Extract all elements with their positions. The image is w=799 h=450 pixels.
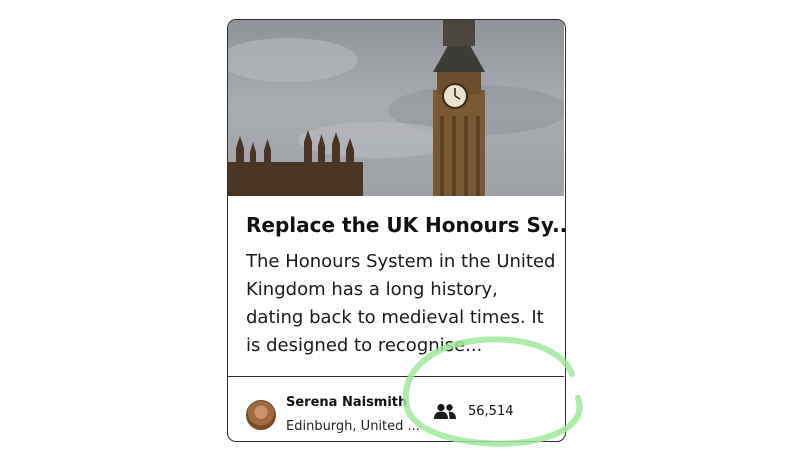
petition-title[interactable]: Replace the UK Honours Sy... xyxy=(246,212,565,238)
people-icon xyxy=(434,403,456,419)
petition-card[interactable]: Replace the UK Honours Sy... The Honours… xyxy=(227,19,566,442)
petition-description: The Honours System in the United Kingdom… xyxy=(246,251,556,356)
petition-image xyxy=(228,20,564,196)
signature-count: 56,514 xyxy=(468,403,514,419)
author-name: Serena Naismith xyxy=(286,395,408,410)
signature-count-group: 56,514 xyxy=(434,400,514,422)
card-divider xyxy=(228,376,564,377)
author-info: Serena Naismith Edinburgh, United ... xyxy=(246,390,420,440)
author-avatar xyxy=(246,400,276,430)
author-location: Edinburgh, United ... xyxy=(286,419,420,434)
screenshot-stage: Replace the UK Honours Sy... The Honours… xyxy=(0,0,799,450)
author-text: Serena Naismith Edinburgh, United ... xyxy=(286,394,420,436)
